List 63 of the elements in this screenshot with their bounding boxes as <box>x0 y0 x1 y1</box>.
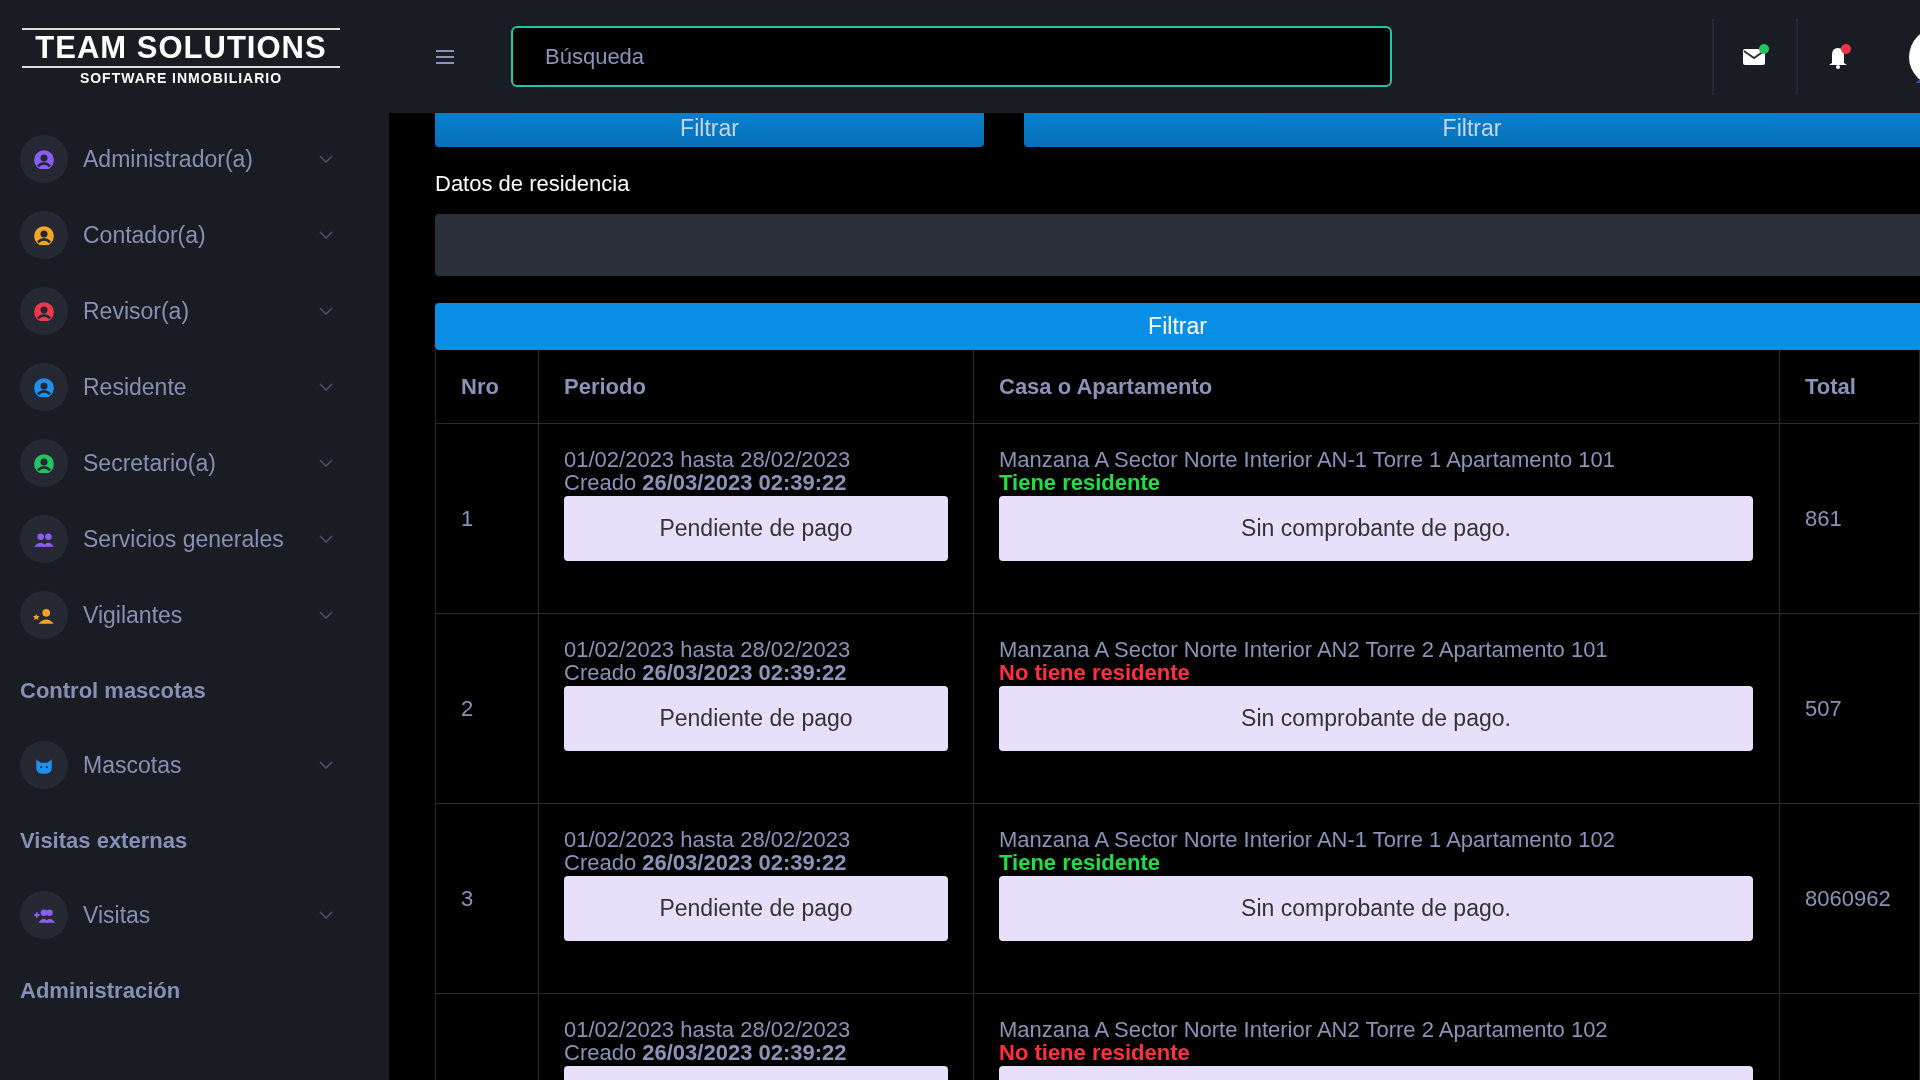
nav-link[interactable]: Administrador(a) <box>83 145 319 173</box>
status-button[interactable]: Pendiente de pago <box>564 496 948 561</box>
status-button[interactable]: Pendiente de pago <box>564 876 948 941</box>
table-cell: 1 <box>436 424 539 613</box>
nav-link[interactable]: Secretario(a) <box>83 449 319 477</box>
chevron-down-icon <box>319 535 333 543</box>
chevron-down-icon <box>319 911 333 919</box>
resident-status: Tiene residente <box>999 851 1161 874</box>
logo-subtitle: SOFTWARE INMOBILIARIO <box>78 69 284 86</box>
column-header: Casa o Apartamento <box>974 350 1780 423</box>
receipt-button[interactable]: Sin comprobante de pago. <box>999 876 1753 941</box>
menu-icon[interactable] <box>436 49 454 64</box>
resident-status: Tiene residente <box>999 471 1161 494</box>
column-header: Total <box>1780 350 1920 423</box>
unit-text: Manzana A Sector Norte Interior AN-1 Torre 1 Apartamento 101 <box>999 448 1616 471</box>
filter-button[interactable]: Filtrar <box>435 303 1920 350</box>
nav-link[interactable]: Servicios generales <box>83 525 319 553</box>
nav-link[interactable]: Mascotas <box>83 751 319 779</box>
unit-text: Manzana A Sector Norte Interior AN2 Torre 2 Apartamento 101 <box>999 638 1609 661</box>
table-cell: 3 <box>436 804 539 993</box>
nav-link[interactable]: Visitas <box>83 901 319 929</box>
section-heading: Control mascotas <box>20 677 207 705</box>
period-text: 01/02/2023 hasta 28/02/2023 <box>564 638 852 661</box>
chevron-down-icon <box>319 761 333 769</box>
chevron-down-icon <box>319 155 333 163</box>
filter-button[interactable]: Filtrar <box>435 113 984 147</box>
nav-link[interactable]: Residente <box>83 373 319 401</box>
filter-button[interactable]: Filtrar <box>1024 113 1920 147</box>
unit-text: Manzana A Sector Norte Interior AN-1 Torre 1 Apartamento 102 <box>999 828 1616 851</box>
created-text: Creado 26/03/2023 02:39:22 <box>564 661 848 684</box>
receipt-button[interactable]: Sin comprobante de pago. <box>999 496 1753 561</box>
table-cell: 507 <box>1780 614 1920 803</box>
table-cell: 2 <box>436 614 539 803</box>
table-cell: 8060962 <box>1780 804 1920 993</box>
logo[interactable]: TEAM SOLUTIONS SOFTWARE INMOBILIARIO <box>0 27 389 86</box>
table-cell: 861 <box>1780 424 1920 613</box>
status-button[interactable]: Pendiente de pago <box>564 686 948 751</box>
period-text: 01/02/2023 hasta 28/02/2023 <box>564 448 852 471</box>
field-label: Datos de residencia <box>435 171 631 197</box>
chevron-down-icon <box>319 611 333 619</box>
column-header: Periodo <box>539 350 974 423</box>
nav-link[interactable]: Revisor(a) <box>83 297 319 325</box>
created-text: Creado 26/03/2023 02:39:22 <box>564 851 848 874</box>
receipt-button[interactable]: Sin comprobante de pago. <box>999 686 1753 751</box>
nav-link[interactable]: Contador(a) <box>83 221 319 249</box>
chevron-down-icon <box>319 459 333 467</box>
section-heading: Visitas externas <box>20 827 189 855</box>
period-text: 01/02/2023 hasta 28/02/2023 <box>564 828 852 851</box>
nav-link[interactable]: Vigilantes <box>83 601 319 629</box>
resident-status: No tiene residente <box>999 1041 1191 1064</box>
logo-title: TEAM SOLUTIONS <box>22 27 340 68</box>
chevron-down-icon <box>319 231 333 239</box>
created-text: Creado 26/03/2023 02:39:22 <box>564 471 848 494</box>
created-text: Creado 26/03/2023 02:39:22 <box>564 1041 848 1064</box>
unit-text: Manzana A Sector Norte Interior AN2 Torre 2 Apartamento 102 <box>999 1018 1609 1041</box>
period-text: 01/02/2023 hasta 28/02/2023 <box>564 1018 852 1041</box>
residence-field[interactable] <box>435 214 1920 276</box>
chevron-down-icon <box>319 383 333 391</box>
column-header: Nro <box>436 350 539 423</box>
chevron-down-icon <box>319 307 333 315</box>
resident-status: No tiene residente <box>999 661 1191 684</box>
section-heading: Administración <box>20 977 182 1005</box>
search-field[interactable]: Búsqueda <box>511 26 1392 87</box>
